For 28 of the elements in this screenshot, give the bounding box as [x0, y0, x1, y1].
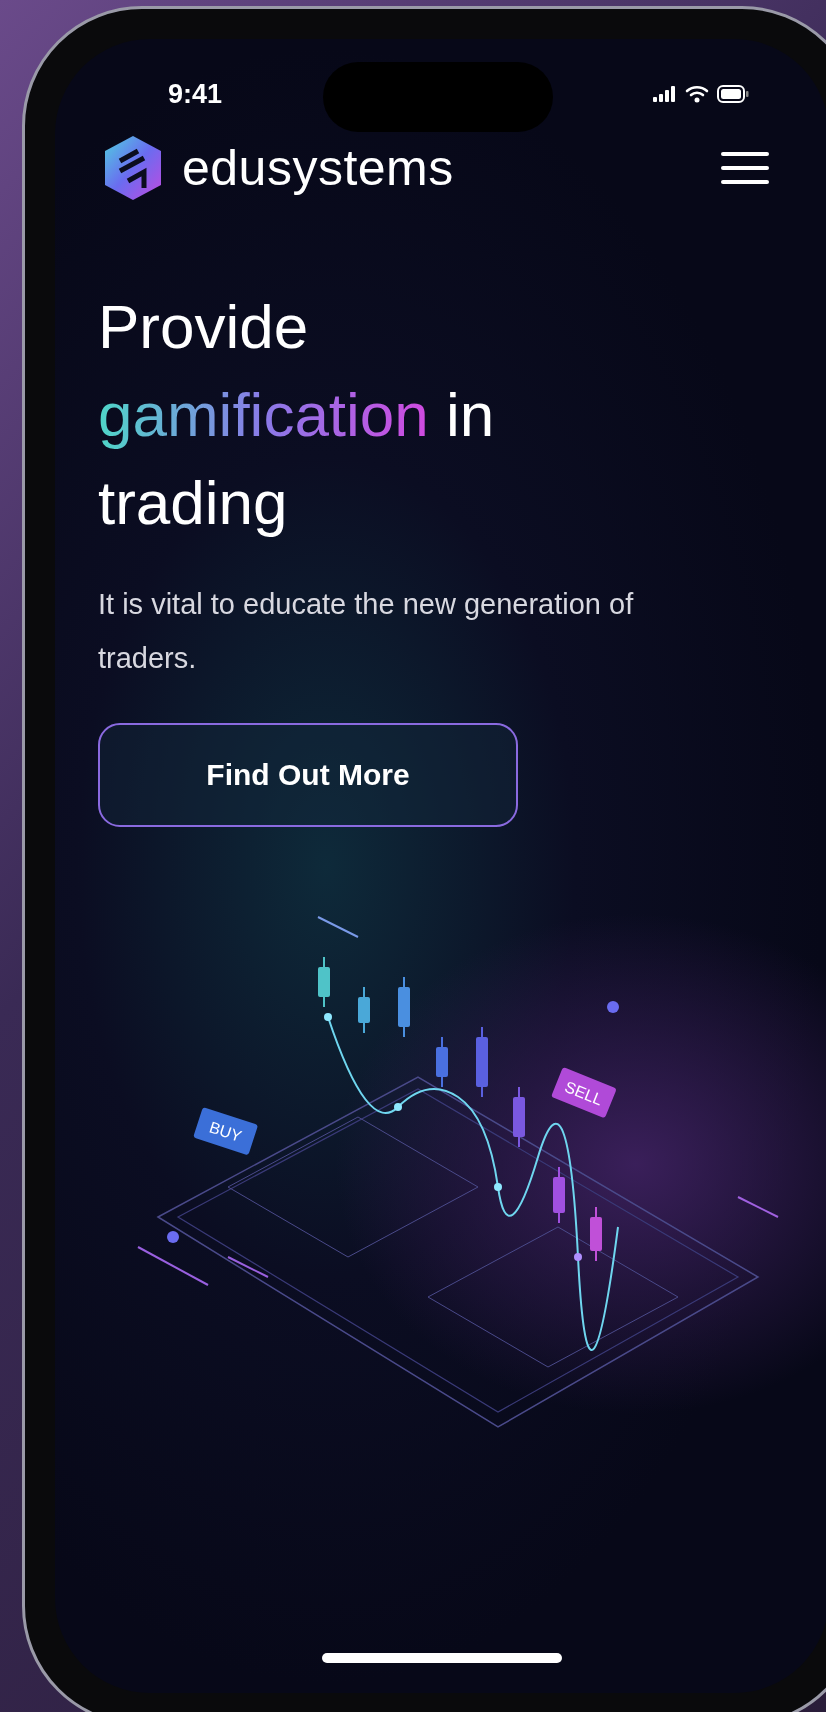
- candlestick: [318, 956, 330, 1008]
- light-streak: [317, 916, 359, 938]
- candlestick: [553, 1166, 565, 1224]
- brand-name[interactable]: edusystems: [182, 139, 454, 197]
- data-point: [394, 1103, 402, 1111]
- find-out-more-button[interactable]: Find Out More: [98, 723, 518, 827]
- light-streak: [737, 1196, 779, 1218]
- signal-icon: [653, 86, 677, 102]
- battery-icon: [717, 85, 749, 103]
- hero-heading: Provide gamification in trading: [98, 291, 496, 539]
- status-time: 9:41: [168, 78, 223, 110]
- cube-dot: [607, 1001, 619, 1013]
- candlestick: [436, 1036, 448, 1088]
- candlestick: [590, 1206, 602, 1262]
- light-streak: [137, 1246, 209, 1286]
- hero-subtitle: It is vital to educate the new generation of traders.: [98, 587, 635, 676]
- light-streak: [227, 1256, 269, 1278]
- wifi-icon: [685, 85, 709, 103]
- cube-dot: [167, 1231, 179, 1243]
- data-point: [494, 1183, 502, 1191]
- data-point: [324, 1013, 332, 1021]
- candlestick: [358, 986, 370, 1034]
- candlestick: [398, 976, 410, 1038]
- buy-tag: BUY: [193, 1107, 259, 1156]
- sell-tag: SELL: [551, 1067, 617, 1119]
- candlestick: [476, 1026, 488, 1098]
- data-point: [574, 1253, 582, 1261]
- candlestick: [513, 1086, 525, 1148]
